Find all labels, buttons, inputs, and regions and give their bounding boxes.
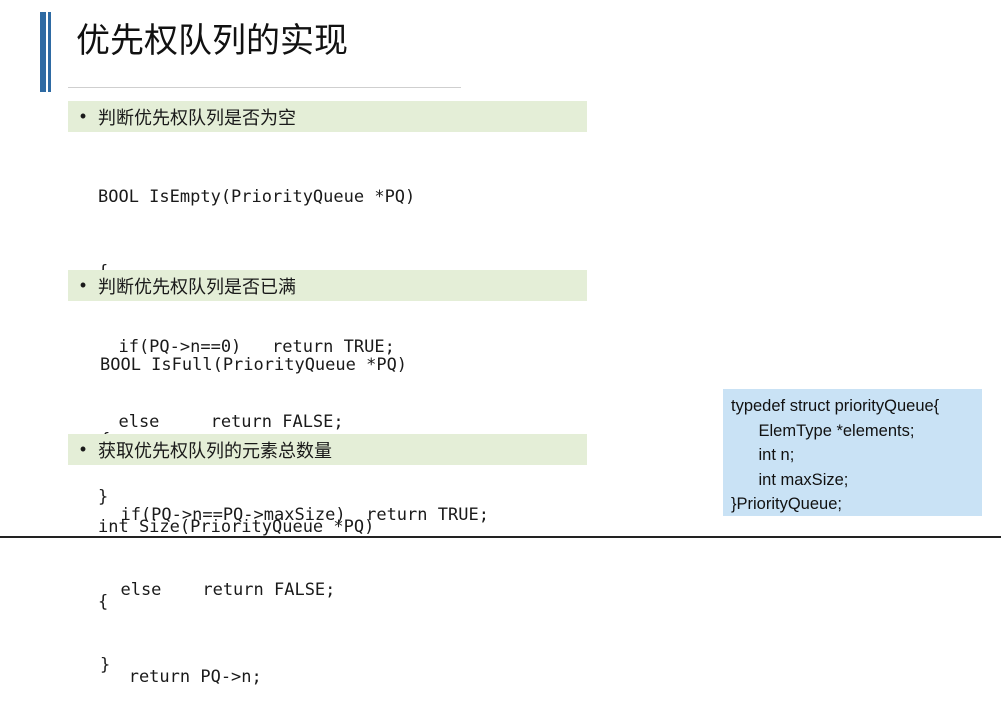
struct-definition-box: typedef struct priorityQueue{ ElemType *…	[723, 389, 982, 516]
bullet-text: 判断优先权队列是否已满	[98, 276, 296, 298]
accent-bar-thin	[48, 12, 51, 92]
code-block-size: int Size(PriorityQueue *PQ) { return PQ-…	[98, 465, 374, 715]
title-accent-bar	[40, 12, 52, 92]
bullet-is-full: • 判断优先权队列是否已满	[68, 270, 587, 301]
bullet-dot-icon: •	[79, 275, 87, 295]
struct-line: typedef struct priorityQueue{	[731, 397, 940, 415]
bullet-size: • 获取优先权队列的元素总数量	[68, 434, 587, 465]
struct-line: int n;	[731, 446, 795, 464]
bullet-dot-icon: •	[79, 106, 87, 126]
code-line: BOOL IsFull(PriorityQueue *PQ)	[100, 355, 408, 375]
code-line: {	[98, 592, 109, 612]
bullet-is-empty: • 判断优先权队列是否为空	[68, 101, 587, 132]
title-divider	[68, 87, 461, 88]
struct-line: ElemType *elements;	[731, 421, 915, 440]
bottom-divider	[0, 536, 1001, 538]
page-title: 优先权队列的实现	[76, 21, 348, 61]
code-line: return PQ->n;	[98, 667, 262, 687]
struct-line: int maxSize;	[731, 470, 849, 489]
accent-bar-thick	[40, 12, 46, 92]
bullet-text: 获取优先权队列的元素总数量	[98, 440, 332, 462]
bullet-dot-icon: •	[79, 439, 87, 459]
struct-line: }PriorityQueue;	[731, 495, 842, 513]
code-line: BOOL IsEmpty(PriorityQueue *PQ)	[98, 187, 416, 207]
bullet-text: 判断优先权队列是否为空	[98, 107, 296, 129]
